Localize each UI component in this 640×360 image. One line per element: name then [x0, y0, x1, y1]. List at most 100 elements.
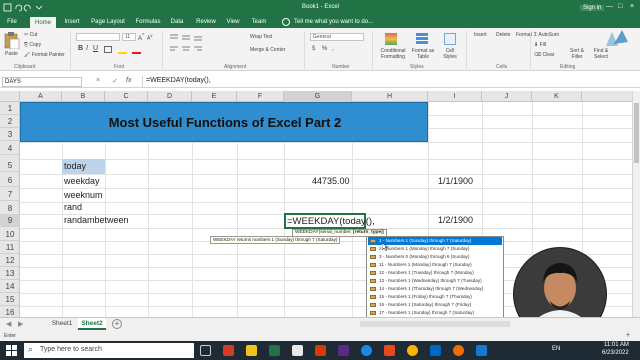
cell-styles-button[interactable]: Cell Styles: [440, 48, 460, 60]
font-color-icon[interactable]: [132, 52, 141, 54]
row-header[interactable]: 10: [0, 228, 20, 241]
list-item[interactable]: 11 - Numbers 1 (Monday) through 7 (Sunda…: [368, 261, 502, 269]
bold-button[interactable]: B: [78, 45, 83, 52]
app-icon-light[interactable]: [292, 345, 303, 356]
row-header[interactable]: 7: [0, 188, 20, 201]
cell-styles-icon[interactable]: [444, 33, 456, 45]
column-header[interactable]: I: [428, 91, 482, 102]
row-header[interactable]: 5: [0, 159, 20, 172]
row-header[interactable]: 4: [0, 142, 20, 155]
autosum-button[interactable]: Σ AutoSum: [534, 32, 559, 38]
font-size-field[interactable]: 11: [122, 33, 136, 41]
task-view-icon[interactable]: [200, 345, 211, 356]
cell-b5[interactable]: today: [64, 160, 86, 173]
format-as-table-button[interactable]: Format as Table: [410, 48, 436, 60]
row-header[interactable]: 3: [0, 128, 20, 141]
language-indicator[interactable]: EN: [552, 346, 560, 352]
copy-button[interactable]: ⎘ Copy: [24, 42, 41, 48]
tab-page-layout[interactable]: Page Layout: [88, 16, 128, 28]
sheet-tab[interactable]: Sheet1: [48, 318, 76, 330]
app-icon-orange[interactable]: [384, 345, 395, 356]
format-painter-button[interactable]: 🖌 Format Painter: [24, 52, 65, 58]
conditional-formatting-button[interactable]: Conditional Formatting: [376, 48, 410, 60]
column-header[interactable]: J: [482, 91, 532, 102]
column-header[interactable]: A: [20, 91, 62, 102]
column-header[interactable]: E: [192, 91, 237, 102]
tab-team[interactable]: Team: [248, 16, 270, 28]
close-icon[interactable]: ×: [630, 3, 634, 10]
format-table-icon[interactable]: [416, 33, 428, 45]
tab-review[interactable]: Review: [192, 16, 220, 28]
add-sheet-button[interactable]: +: [112, 319, 122, 329]
firefox-taskbar-icon[interactable]: [453, 345, 464, 356]
underline-button[interactable]: U: [93, 45, 98, 52]
column-header[interactable]: C: [105, 91, 148, 102]
cut-button[interactable]: ✂ Cut: [24, 32, 37, 38]
sheet-tab-active[interactable]: Sheet2: [78, 318, 106, 330]
active-cell-input[interactable]: =WEEKDAY(today(),: [287, 215, 375, 228]
cell-g6[interactable]: 44735.00: [312, 175, 350, 188]
row-header[interactable]: 9: [0, 214, 20, 227]
insert-function-icon[interactable]: fx: [126, 77, 131, 84]
tab-view[interactable]: View: [222, 16, 244, 28]
merge-center-button[interactable]: Merge & Center: [250, 47, 285, 53]
cell-b6[interactable]: weekday: [64, 175, 100, 188]
quick-access-toolbar[interactable]: [3, 3, 43, 13]
fill-color-icon[interactable]: [118, 52, 127, 54]
row-header[interactable]: 1: [0, 102, 20, 115]
title-banner[interactable]: Most Useful Functions of Excel Part 2: [20, 102, 428, 142]
maximize-icon[interactable]: □: [618, 3, 622, 10]
delete-cells-button[interactable]: Delete: [496, 32, 510, 38]
cancel-entry-icon[interactable]: ×: [96, 77, 100, 84]
tab-insert[interactable]: Insert: [60, 16, 84, 28]
scroll-right-icon[interactable]: ▶: [18, 320, 23, 328]
select-all-corner[interactable]: [0, 91, 20, 102]
conditional-formatting-icon[interactable]: [385, 33, 397, 45]
sign-in-link[interactable]: Sign in: [580, 5, 605, 11]
zoom-in-button[interactable]: +: [626, 332, 630, 339]
column-header[interactable]: B: [62, 91, 105, 102]
cell-b8[interactable]: rand: [64, 201, 82, 214]
formula-input[interactable]: =WEEKDAY(today(),: [146, 77, 211, 84]
row-header[interactable]: 11: [0, 241, 20, 254]
wrap-text-button[interactable]: Wrap Text: [250, 34, 272, 40]
italic-button[interactable]: I: [86, 45, 88, 52]
list-item[interactable]: 1 - Numbers 1 (Sunday) through 7 (Saturd…: [368, 237, 502, 245]
currency-icon[interactable]: $: [312, 46, 315, 52]
tab-data[interactable]: Data: [166, 16, 188, 28]
cell-i9[interactable]: 1/2/1900: [438, 214, 473, 227]
premiere-taskbar-icon[interactable]: [338, 345, 349, 356]
column-header[interactable]: K: [532, 91, 582, 102]
shrink-font-icon[interactable]: Av: [147, 33, 152, 42]
powerpoint-taskbar-icon[interactable]: [315, 345, 326, 356]
list-item[interactable]: 12 - Numbers 1 (Tuesday) through 7 (Mond…: [368, 269, 502, 277]
list-item[interactable]: 13 - Numbers 1 (Wednesday) through 7 (Tu…: [368, 277, 502, 285]
row-header[interactable]: 15: [0, 293, 20, 306]
word-taskbar-icon[interactable]: [430, 345, 441, 356]
app-icon-yellow[interactable]: [407, 345, 418, 356]
row-header[interactable]: 14: [0, 280, 20, 293]
windows-start-icon[interactable]: [6, 345, 17, 356]
clock-date[interactable]: 6/23/2022: [602, 350, 629, 356]
cell-i6[interactable]: 1/1/1900: [438, 175, 473, 188]
chrome-taskbar-icon[interactable]: [361, 345, 372, 356]
tab-home[interactable]: Home: [30, 17, 56, 28]
row-header[interactable]: 12: [0, 254, 20, 267]
taskbar-search-box[interactable]: ⌕ Type here to search: [24, 343, 194, 358]
paste-icon[interactable]: [4, 31, 20, 49]
row-header[interactable]: 2: [0, 115, 20, 128]
horizontal-scrollbar[interactable]: [360, 321, 510, 327]
grow-font-icon[interactable]: A^: [138, 33, 144, 42]
borders-icon[interactable]: [104, 46, 112, 53]
vertical-scrollbar[interactable]: [632, 91, 640, 317]
alignment-icons[interactable]: [168, 33, 238, 55]
number-format-dropdown[interactable]: General: [310, 33, 364, 41]
row-header[interactable]: 13: [0, 267, 20, 280]
list-item[interactable]: 2 - Numbers 1 (Monday) through 7 (Sunday…: [368, 245, 502, 253]
clear-button[interactable]: ⌫ Clear: [534, 52, 554, 58]
clock-time[interactable]: 11:01 AM: [604, 342, 629, 348]
tab-file[interactable]: File: [2, 16, 22, 28]
list-item[interactable]: 14 - Numbers 1 (Thursday) through 7 (Wed…: [368, 285, 502, 293]
app-icon-blue[interactable]: [476, 345, 487, 356]
column-header[interactable]: G: [284, 91, 352, 102]
